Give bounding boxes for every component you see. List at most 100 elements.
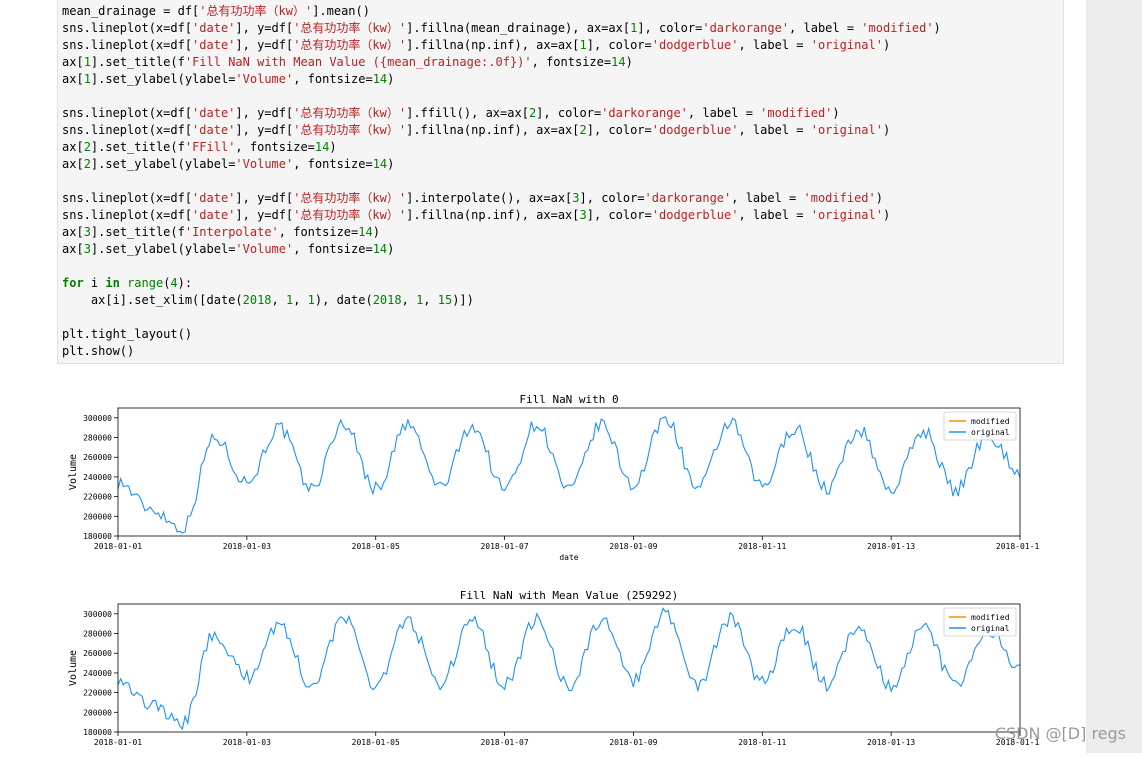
y-tick-label: 280000 <box>83 630 112 639</box>
code-token: ].fillna(np.inf), ax=ax[ <box>406 123 580 137</box>
code-token: ) <box>372 225 380 239</box>
y-tick-label: 200000 <box>83 708 112 717</box>
page-scrollbar[interactable] <box>1086 0 1142 753</box>
code-token: 14 <box>358 225 373 239</box>
code-line: ax[2].set_ylabel(ylabel='Volume', fontsi… <box>62 156 941 173</box>
x-tick-label: 2018-01-05 <box>352 738 400 747</box>
code-token: ) <box>387 157 395 171</box>
code-token: 'original' <box>810 123 883 137</box>
code-token: 'modified' <box>760 106 833 120</box>
code-editor[interactable]: mean_drainage = df['总有功功率（kw）'].mean() sn… <box>62 3 941 360</box>
legend-label: modified <box>971 613 1010 622</box>
code-line: mean_drainage = df['总有功功率（kw）'].mean() <box>62 3 941 20</box>
y-tick-label: 300000 <box>83 610 112 619</box>
watermark: CSDN @[D] regs <box>994 724 1126 743</box>
code-token: 'date' <box>192 208 236 222</box>
x-tick-label: 2018-01-13 <box>867 738 915 747</box>
code-token: 2 <box>83 140 91 154</box>
code-token: , label = <box>789 21 862 35</box>
code-token: ], color= <box>586 208 652 222</box>
code-token: 'date' <box>192 123 236 137</box>
code-token: range <box>127 276 164 290</box>
code-token: 'original' <box>810 38 883 52</box>
code-token: ].set_ylabel(ylabel= <box>90 72 236 86</box>
x-tick-label: 2018-01-11 <box>738 542 786 551</box>
x-tick-label: 2018-01-09 <box>609 738 657 747</box>
code-token: 'darkorange' <box>702 21 790 35</box>
code-cell[interactable]: mean_drainage = df['总有功功率（kw）'].mean() sn… <box>57 0 1064 364</box>
code-token: 2018 <box>372 293 402 307</box>
y-tick-label: 260000 <box>83 649 112 658</box>
code-token: ): <box>177 276 193 290</box>
code-line: sns.lineplot(x=df['date'], y=df['总有功功率（k… <box>62 190 941 207</box>
code-token: 'dodgerblue' <box>651 38 739 52</box>
code-token: ) <box>625 55 633 69</box>
y-tick-label: 180000 <box>83 728 112 737</box>
x-tick-label: 2018-01-01 <box>94 542 142 551</box>
code-token: sns.lineplot(x=df[ <box>62 208 193 222</box>
x-tick-label: 2018-01-11 <box>738 738 786 747</box>
axes-frame <box>117 407 1021 537</box>
code-token: , <box>293 293 308 307</box>
code-token: 'dodgerblue' <box>651 208 739 222</box>
code-token: ), date( <box>314 293 373 307</box>
code-line: for i in range(4): <box>62 275 941 292</box>
code-line: ax[3].set_ylabel(ylabel='Volume', fontsi… <box>62 241 941 258</box>
code-token: mean_drainage = df[ <box>62 4 200 18</box>
code-token: 2 <box>83 157 91 171</box>
chart-panel: Fill NaN with 0 Volume 180000 200000 220000 2… <box>68 393 1044 562</box>
code-token: 1 <box>83 55 91 69</box>
code-token: , <box>423 293 438 307</box>
code-token: , label = <box>738 123 811 137</box>
code-token: 'Volume' <box>235 72 294 86</box>
y-tick-label: 220000 <box>83 689 112 698</box>
code-token: 14 <box>372 157 388 171</box>
code-token: 'date' <box>192 106 236 120</box>
y-tick-label: 240000 <box>83 669 112 678</box>
chart-title: Fill NaN with Mean Value (259292) <box>460 589 679 602</box>
code-token: ], y=df[ <box>235 38 294 52</box>
code-token: ax[ <box>62 55 84 69</box>
code-token: ) <box>882 123 891 137</box>
code-token: ].fillna(mean_drainage), ax=ax[ <box>406 21 631 35</box>
code-line: ax[1].set_title(f'Fill NaN with Mean Val… <box>62 54 941 71</box>
code-token: '总有功功率（kw）' <box>293 191 407 205</box>
code-token: ax[ <box>62 242 84 256</box>
x-tick-label: 2018-01-05 <box>352 542 400 551</box>
code-token: '总有功功率（kw）' <box>293 208 407 222</box>
code-token: ].set_title(f <box>90 140 185 154</box>
code-token: ], color= <box>579 191 645 205</box>
code-token: ].set_ylabel(ylabel= <box>90 242 236 256</box>
code-token: 4 <box>170 276 178 290</box>
code-token: ], color= <box>586 38 652 52</box>
code-line: plt.tight_layout() <box>62 326 941 343</box>
code-token: '总有功功率（kw）' <box>293 21 407 35</box>
code-token: , fontsize= <box>235 140 315 154</box>
code-token: plt.tight_layout() <box>62 327 193 341</box>
code-token: ) <box>329 140 337 154</box>
code-token: sns.lineplot(x=df[ <box>62 191 193 205</box>
code-token: 'modified' <box>861 21 934 35</box>
code-token: 14 <box>372 242 388 256</box>
code-token: 'dodgerblue' <box>651 123 739 137</box>
code-token: 'original' <box>810 208 883 222</box>
code-token: sns.lineplot(x=df[ <box>62 123 193 137</box>
x-tick-label: 2018-01-03 <box>223 542 271 551</box>
code-line: sns.lineplot(x=df['date'], y=df['总有功功率（k… <box>62 105 941 122</box>
axes-frame <box>117 603 1021 733</box>
legend-label: original <box>971 624 1010 633</box>
code-token: ].ffill(), ax=ax[ <box>406 106 529 120</box>
code-token: ].mean() <box>312 4 370 18</box>
code-token: sns.lineplot(x=df[ <box>62 38 193 52</box>
code-token: sns.lineplot(x=df[ <box>62 106 193 120</box>
x-tick-label: 2018-01-15 <box>996 542 1040 551</box>
y-tick-label: 240000 <box>83 473 112 482</box>
code-token: 14 <box>372 72 388 86</box>
code-token: i <box>83 276 106 290</box>
code-token: ].set_title(f <box>90 55 185 69</box>
code-line: sns.lineplot(x=df['date'], y=df['总有功功率（k… <box>62 122 941 139</box>
code-token: ], y=df[ <box>235 123 294 137</box>
